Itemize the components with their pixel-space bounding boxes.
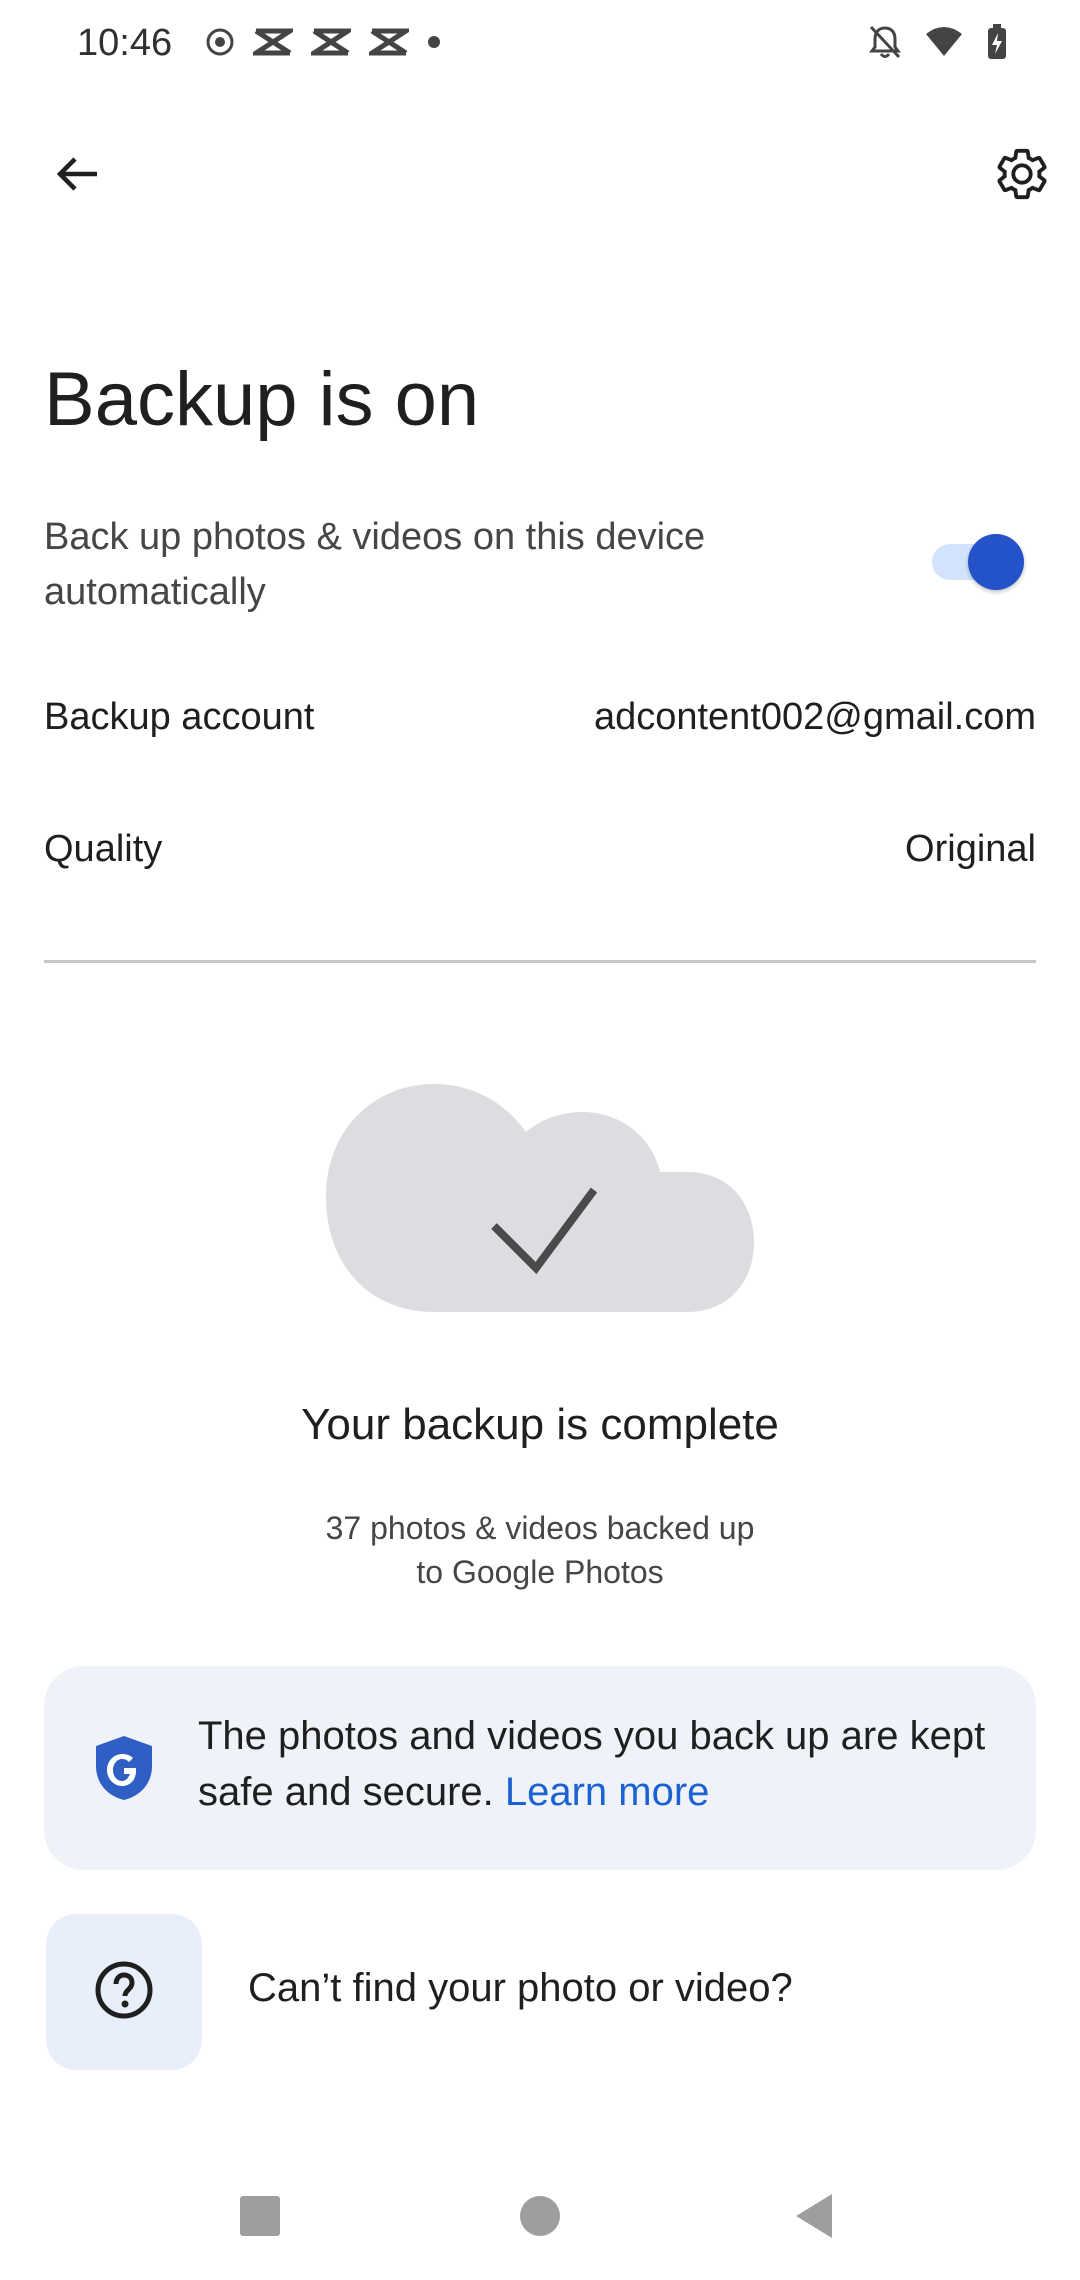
help-icon	[94, 1960, 154, 2025]
backup-toggle-label: Back up photos & videos on this device a…	[44, 516, 706, 613]
system-navigation-bar	[0, 2160, 1080, 2280]
backup-account-label: Backup account	[44, 696, 315, 738]
arrow-back-icon	[53, 149, 103, 204]
app-icon	[305, 27, 357, 62]
backup-count-line: 37 photos & videos backed up	[325, 1510, 755, 1546]
status-bar: 10:46	[0, 0, 1080, 86]
status-system-icons	[868, 22, 1008, 66]
learn-more-link[interactable]: Learn more	[505, 1770, 710, 1814]
wifi-icon	[924, 26, 964, 63]
home-circle-icon	[518, 2194, 562, 2243]
back-triangle-icon	[792, 2192, 836, 2245]
recents-square-icon	[238, 2194, 282, 2243]
record-icon	[205, 27, 235, 62]
bell-off-icon	[868, 24, 902, 65]
gear-icon	[993, 145, 1051, 208]
status-notification-icons	[205, 22, 441, 66]
dot-icon	[427, 35, 441, 54]
settings-button[interactable]	[984, 138, 1060, 214]
backup-toggle-row[interactable]: Back up photos & videos on this device a…	[44, 510, 1040, 630]
security-info-card: The photos and videos you back up are ke…	[44, 1666, 1036, 1870]
backup-complete-subtitle: 37 photos & videos backed up to Google P…	[0, 1506, 1080, 1594]
back-button[interactable]	[40, 138, 116, 214]
help-icon-container	[46, 1914, 202, 2070]
backup-toggle-switch[interactable]	[928, 526, 1024, 590]
security-info-text: The photos and videos you back up are ke…	[198, 1708, 998, 1820]
divider	[44, 960, 1036, 963]
google-shield-icon	[92, 1734, 156, 1802]
cloud-check-icon	[322, 1080, 758, 1312]
quality-label: Quality	[44, 828, 163, 870]
app-icon	[363, 27, 415, 62]
app-icon	[247, 27, 299, 62]
backup-complete-title: Your backup is complete	[301, 1400, 779, 1449]
backup-destination-line: to Google Photos	[416, 1554, 664, 1590]
status-time: 10:46	[77, 22, 173, 64]
quality-row[interactable]: Quality Original	[44, 820, 1036, 890]
backup-account-value: adcontent002@gmail.com	[593, 696, 1036, 738]
help-label: Can’t find your photo or video?	[248, 1966, 793, 2010]
help-row[interactable]: Can’t find your photo or video?	[46, 1914, 1036, 2070]
backup-account-row[interactable]: Backup account adcontent002@gmail.com	[44, 688, 1036, 758]
recents-button[interactable]	[230, 2188, 290, 2248]
battery-charging-icon	[986, 23, 1008, 66]
toggle-knob	[968, 534, 1024, 590]
quality-value: Original	[905, 828, 1036, 870]
nav-back-button[interactable]	[784, 2188, 844, 2248]
top-app-bar	[0, 120, 1080, 230]
home-button[interactable]	[510, 2188, 570, 2248]
page-title: Backup is on	[44, 357, 480, 442]
